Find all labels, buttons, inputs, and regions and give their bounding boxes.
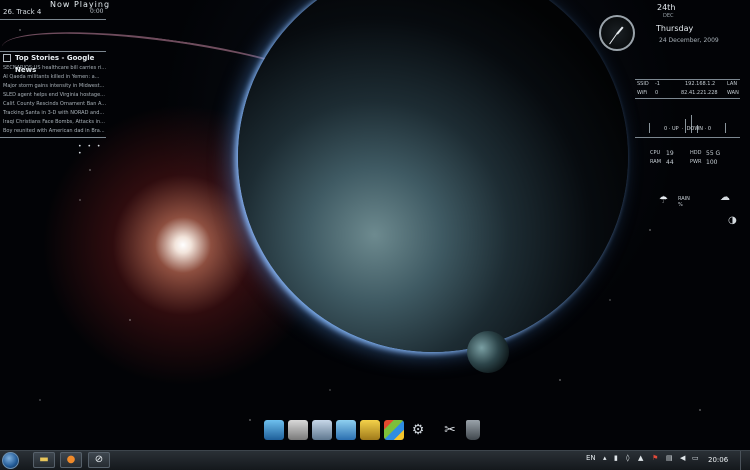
now-playing-track[interactable]: 26. Track 4 [3, 8, 41, 16]
wifi-label: WiFi [637, 90, 648, 96]
weather-cloud-icon[interactable]: ☁ [720, 192, 730, 203]
icon-dock: ⚙ ✂ [262, 420, 492, 444]
lan-ip: 192.168.1.2 [685, 81, 716, 87]
clock-minute-hand [609, 33, 618, 45]
date-full: 24 December, 2009 [659, 37, 719, 44]
tray-expand-icon[interactable]: ▴ [603, 454, 607, 462]
moon-image [467, 331, 509, 373]
wan-label: WAN [727, 90, 739, 96]
start-button[interactable] [2, 452, 19, 469]
tray-volume-icon[interactable]: ◀ [680, 454, 685, 462]
wifi-row: WiFi 0 82.41.221.228 WAN [635, 89, 740, 98]
media-player-icon[interactable]: ⊘ [88, 452, 110, 468]
network-divider [635, 98, 740, 99]
ram-label: RAM [650, 159, 662, 165]
date-month: DEC [663, 13, 674, 19]
news-item[interactable]: Tracking Santa in 3-D with NORAD and... [0, 109, 106, 118]
taskbar-clock[interactable]: 20:06 [708, 456, 728, 464]
weather-label: RAIN % [678, 196, 690, 208]
news-icon [3, 54, 11, 62]
news-item[interactable]: SLED agent helps end Virginia hostage... [0, 91, 106, 100]
news-item[interactable]: Major storm gains intensity in Midwest..… [0, 82, 106, 91]
now-playing-divider [0, 19, 106, 20]
windows-icon[interactable] [384, 420, 404, 440]
now-playing-time: 0:00 [90, 8, 104, 15]
lan-label: LAN [727, 81, 738, 87]
programs-icon[interactable] [288, 420, 308, 440]
monitor-icon[interactable] [264, 420, 284, 440]
news-item[interactable]: Calif. County Rescinds Ornament Ban A... [0, 100, 106, 109]
internet-icon[interactable] [336, 420, 356, 440]
show-desktop-button[interactable] [740, 451, 750, 470]
ssid-row: SSID -1 192.168.1.2 LAN [635, 80, 740, 89]
taskbar: ▬ ● ⊘ EN ▴ ▮ ◊ ▲ ⚑ ▤ ◀ ▭ 20:06 [0, 450, 750, 470]
pwr-label: PWR [690, 159, 702, 165]
news-bottom-divider [0, 137, 106, 138]
recycle-bin-icon[interactable] [466, 420, 480, 440]
ram-pwr-row: RAM 44 PWR 100 [648, 158, 728, 167]
umbrella-icon: ☂ [659, 195, 668, 206]
date-day: 24th [657, 3, 676, 12]
firefox-icon[interactable]: ● [60, 452, 82, 468]
hdd-value: 55 G [706, 150, 721, 157]
ssid-label: SSID [637, 81, 649, 87]
tray-action-center-icon[interactable]: ⚑ [652, 454, 658, 462]
upload-value: 0 [663, 126, 668, 132]
news-item[interactable]: Boy reunited with American dad in Bra... [0, 127, 106, 136]
tools-icon[interactable]: ✂ [440, 420, 460, 440]
download-label: DOWN [686, 126, 704, 132]
upload-label: UP [671, 126, 679, 132]
wan-ip: 82.41.221.228 [681, 90, 718, 96]
news-header[interactable]: Top Stories - Google News [0, 52, 106, 74]
date-weekday: Thursday [656, 24, 694, 33]
weather-sub: % [678, 202, 683, 208]
system-widget: CPU 19 HDD 55 G RAM 44 PWR 100 [648, 149, 728, 167]
news-widget: Top Stories - Google News SECNARIOS:US h… [0, 50, 106, 157]
tray-shield-icon[interactable]: ▲ [638, 454, 643, 462]
wifi-value: 0 [655, 90, 659, 96]
pwr-value: 100 [706, 159, 718, 166]
news-item[interactable]: Iraqi Christians Face Bombs, Attacks in.… [0, 118, 106, 127]
cpu-value: 19 [666, 150, 674, 157]
meter-baseline [635, 137, 740, 146]
tray-drop-icon[interactable]: ◊ [626, 454, 629, 462]
tray-power-icon[interactable]: ▭ [692, 454, 699, 462]
ram-value: 44 [666, 159, 674, 166]
network-widget: SSID -1 192.168.1.2 LAN WiFi 0 82.41.221… [635, 79, 740, 99]
explorer-folder-icon[interactable]: ▬ [33, 452, 55, 468]
desktop-wallpaper: Now Playing 26. Track 4 0:00 Top Stories… [0, 0, 750, 450]
hdd-label: HDD [690, 150, 702, 156]
analog-clock [599, 15, 635, 51]
pencil-icon[interactable] [360, 420, 380, 440]
cpu-hdd-row: CPU 19 HDD 55 G [648, 149, 728, 158]
up-down-readout: 0 · UP · DOWN · 0 [663, 126, 712, 132]
cpu-label: CPU [650, 150, 661, 156]
tray-network-icon[interactable]: ▤ [666, 454, 673, 462]
settings-gear-icon[interactable]: ⚙ [408, 420, 428, 440]
moon-phase-icon: ◑ [728, 215, 737, 226]
language-indicator[interactable]: EN [586, 454, 596, 462]
tray-usb-icon[interactable]: ▮ [614, 454, 618, 462]
itunes-icon[interactable] [312, 420, 332, 440]
ssid-value: -1 [655, 81, 660, 87]
news-pager-dots[interactable]: • • • • [78, 143, 106, 157]
download-value: 0 [707, 126, 712, 132]
